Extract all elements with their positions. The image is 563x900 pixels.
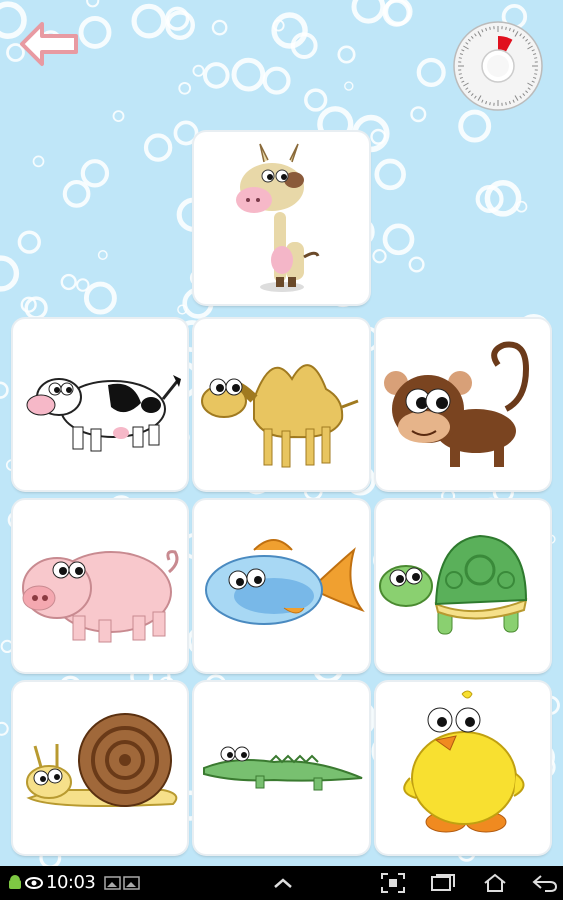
home-button[interactable] [478,866,512,900]
screenshot-button[interactable] [376,866,410,900]
countdown-timer-icon [453,21,543,111]
up-icon [274,878,292,888]
home-icon [484,873,506,892]
up-button[interactable] [268,866,298,900]
back-system-button[interactable] [528,866,562,900]
recent-apps-button[interactable] [426,866,460,900]
choice-card-crocodile[interactable] [194,682,369,854]
eye-icon [25,877,43,889]
back-button[interactable] [16,18,82,74]
camel-icon [201,364,359,468]
screenshot-icon [381,873,405,893]
monkey-icon [384,341,530,467]
gallery-icon [104,876,140,890]
choice-card-pig[interactable] [13,500,187,672]
fish-icon [205,539,365,625]
choice-card-camel[interactable] [194,319,369,490]
android-icon [9,875,21,889]
choice-card-cow[interactable] [13,319,187,490]
snail-icon [26,713,178,807]
pig-icon [22,550,179,643]
target-card-giraffe [194,132,369,304]
choice-card-turtle[interactable] [376,500,550,672]
turtle-icon [379,534,528,635]
countdown-timer [452,20,544,112]
back-icon [532,875,558,892]
giraffe-icon [236,143,320,292]
choice-card-snail[interactable] [13,682,187,854]
crocodile-icon [203,746,363,791]
choice-card-monkey[interactable] [376,319,550,490]
chick-icon [403,690,525,833]
arrow-left-icon [20,22,78,66]
choice-card-fish[interactable] [194,500,369,672]
choice-card-chick[interactable] [376,682,550,854]
status-time: 10:03 [46,872,96,893]
recent-apps-icon [431,874,455,891]
cow-icon [26,375,181,452]
system-bar: 10:03 [0,866,563,900]
